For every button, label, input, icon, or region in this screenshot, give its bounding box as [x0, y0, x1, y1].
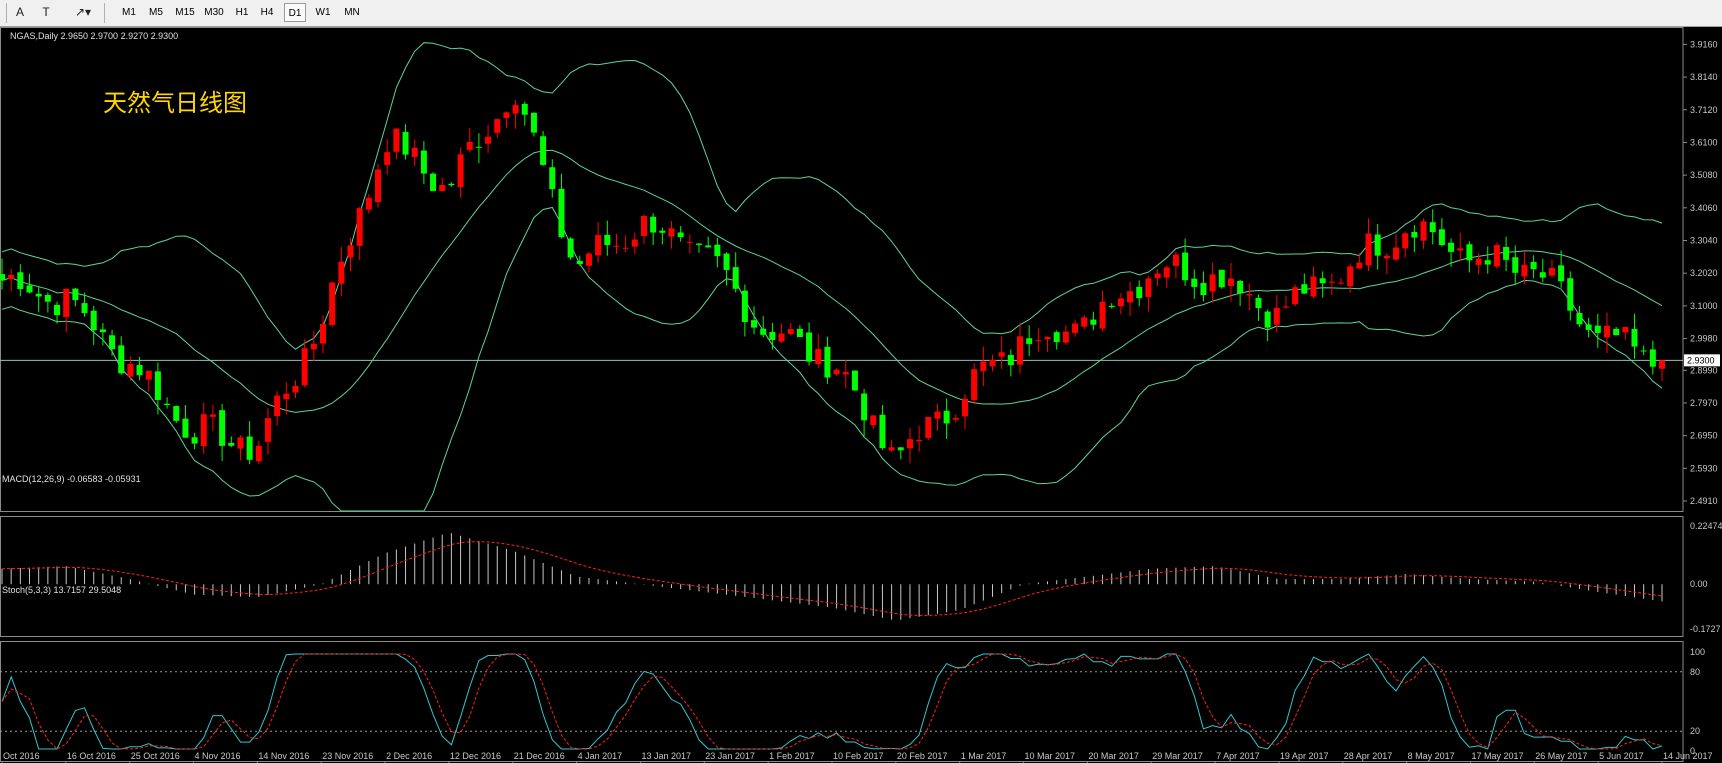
stoch-info-label: Stoch(5,3,3) 13.7157 29.5048	[2, 585, 121, 595]
time-axis-label: 26 May 2017	[1535, 751, 1587, 761]
timeframe-button-h1[interactable]: H1	[232, 3, 252, 22]
toolbar-separator	[104, 3, 105, 23]
time-axis-label: 7 Apr 2017	[1216, 751, 1260, 761]
time-axis-label: 4 Nov 2016	[195, 751, 241, 761]
time-axis-label: 10 Feb 2017	[833, 751, 884, 761]
timeframe-button-m5[interactable]: M5	[145, 3, 167, 22]
candle	[329, 281, 336, 328]
macd-axis-tick: 0.22474	[1690, 521, 1722, 531]
macd-info-label: MACD(12,26,9) -0.06583 -0.05931	[2, 474, 141, 484]
time-axis-label: 13 Jan 2017	[641, 751, 691, 761]
macd-axis-tick: 0.00	[1690, 579, 1708, 589]
candle	[1493, 242, 1500, 269]
timeframe-button-mn[interactable]: MN	[340, 3, 364, 22]
time-axis-label: 14 Jun 2017	[1663, 751, 1713, 761]
candle	[173, 405, 180, 423]
time-axis-label: 20 Mar 2017	[1088, 751, 1139, 761]
candle	[567, 237, 574, 260]
candle	[375, 163, 382, 208]
candle	[925, 416, 932, 441]
chart-window: 3.9160 3.8140 3.7120 3.6100 3.5080 3.4060 3.30…	[0, 27, 1722, 763]
price-axis-tick: 2.6950	[1690, 431, 1718, 441]
timeframe-button-h4[interactable]: H4	[256, 3, 278, 22]
time-axis-label: 17 May 2017	[1471, 751, 1523, 761]
time-axis-label: 16 Oct 2016	[67, 751, 116, 761]
timeframe-button-w1[interactable]: W1	[312, 3, 334, 22]
time-axis-label: 1 Mar 2017	[961, 751, 1007, 761]
price-info-label: NGAS,Daily 2.9650 2.9700 2.9270 2.9300	[10, 31, 178, 41]
time-axis-label: 25 Oct 2016	[131, 751, 180, 761]
macd-axis-tick: -0.1727	[1690, 624, 1721, 634]
stoch-axis-tick: 20	[1690, 726, 1700, 736]
arrow-tool-icon[interactable]: ↗▾	[68, 3, 98, 22]
candle	[430, 172, 437, 191]
time-axis-label: 20 Feb 2017	[897, 751, 948, 761]
time-axis-label: 8 May 2017	[1408, 751, 1455, 761]
timeframe-button-m30[interactable]: M30	[200, 3, 228, 22]
time-axis-label: 19 Apr 2017	[1280, 751, 1329, 761]
time-axis-label: 4 Jan 2017	[578, 751, 623, 761]
toolbar: A T ↗▾ M1 M5 M15 M30 H1 H4 D1 W1 MN	[0, 0, 1722, 27]
time-axis-label: 5 Jun 2017	[1599, 751, 1644, 761]
time-axis-label: 28 Apr 2017	[1344, 751, 1393, 761]
time-axis-label: 21 Dec 2016	[514, 751, 565, 761]
price-axis-tick: 3.9160	[1690, 39, 1718, 49]
candle	[1292, 284, 1299, 307]
candle	[851, 370, 858, 391]
chart-annotation: 天然气日线图	[103, 90, 247, 117]
stoch-axis-tick: 100	[1690, 647, 1705, 657]
price-axis-tick: 3.8140	[1690, 72, 1718, 82]
price-axis-tick: 2.7970	[1690, 398, 1718, 408]
time-axis-label: 2 Dec 2016	[386, 751, 432, 761]
price-axis-tick: 2.5930	[1690, 463, 1718, 473]
toolbar-separator	[6, 3, 7, 23]
price-axis-tick: 2.9980	[1690, 334, 1718, 344]
time-axis-label: 10 Mar 2017	[1025, 751, 1076, 761]
candle	[1218, 269, 1225, 289]
price-axis-tick: 3.4060	[1690, 203, 1718, 213]
price-axis-tick: 3.5080	[1690, 170, 1718, 180]
price-axis-tick: 3.3040	[1690, 236, 1718, 246]
price-axis-tick: 2.8990	[1690, 365, 1718, 375]
current-price-tag-label: 2.9300	[1687, 355, 1715, 365]
timeframe-button-m1[interactable]: M1	[118, 3, 140, 22]
time-axis-label: 23 Nov 2016	[322, 751, 373, 761]
stoch-axis-tick: 80	[1690, 667, 1700, 677]
time-axis-label: 29 Mar 2017	[1152, 751, 1203, 761]
timeframe-button-d1[interactable]: D1	[284, 3, 306, 22]
price-axis-tick: 3.2020	[1690, 268, 1718, 278]
time-axis-label: 12 Dec 2016	[450, 751, 501, 761]
timeframe-button-m15[interactable]: M15	[172, 3, 198, 22]
price-axis-tick: 2.4910	[1690, 496, 1718, 506]
time-axis-label: 1 Feb 2017	[769, 751, 815, 761]
price-axis-tick: 3.7120	[1690, 105, 1718, 115]
price-axis-tick: 3.6100	[1690, 137, 1718, 147]
text-tool-icon[interactable]: A	[10, 3, 30, 22]
time-axis-label: 23 Jan 2017	[705, 751, 755, 761]
price-axis-tick: 3.1000	[1690, 301, 1718, 311]
time-axis-label: 14 Nov 2016	[258, 751, 309, 761]
time-axis-label: Oct 2016	[3, 751, 40, 761]
text-label-tool-icon[interactable]: T	[36, 3, 56, 22]
